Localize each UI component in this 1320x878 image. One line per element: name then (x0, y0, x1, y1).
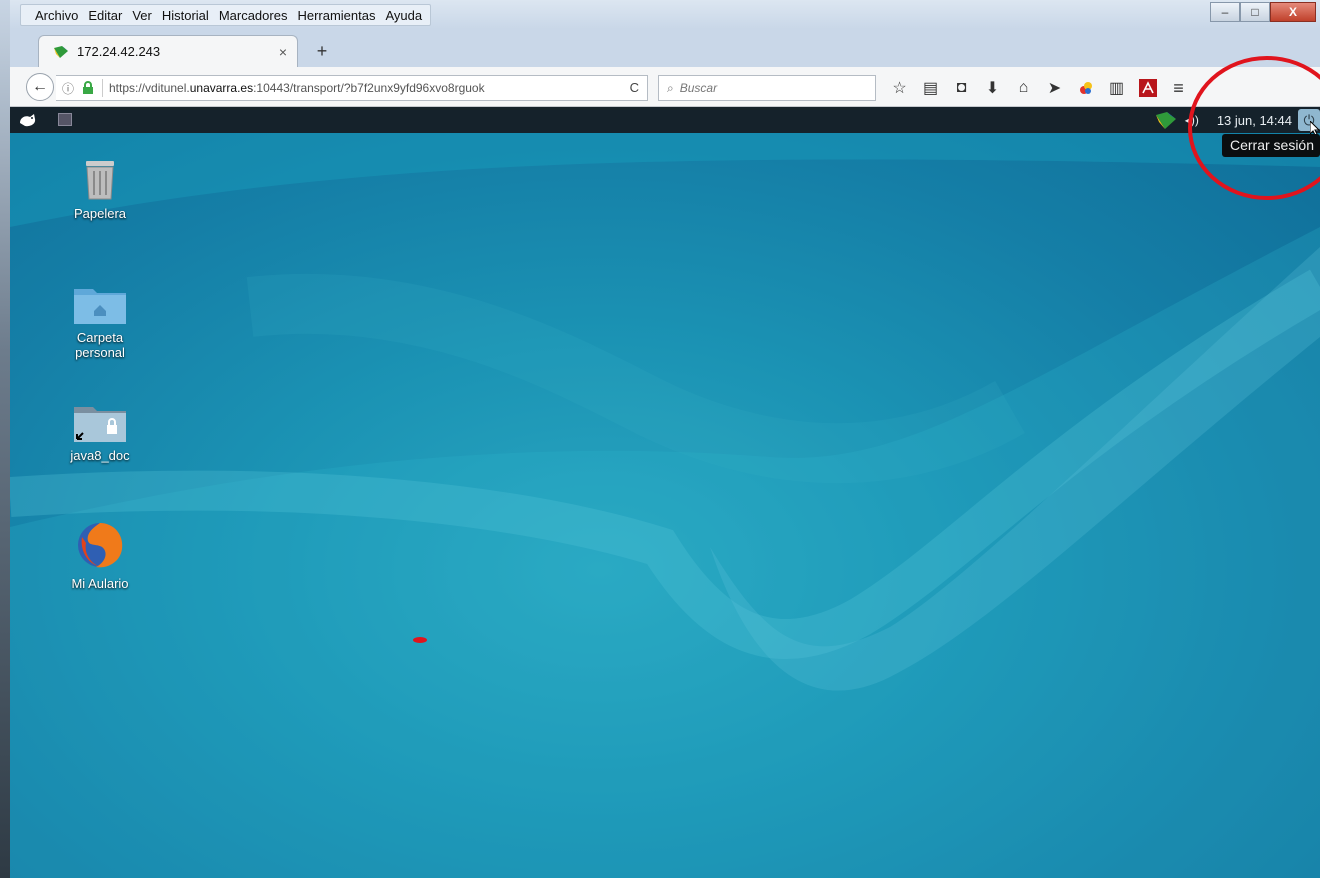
back-button[interactable]: ← (26, 73, 54, 101)
menu-icon[interactable]: ≡ (1163, 76, 1194, 100)
lock-icon (83, 81, 93, 94)
menu-strip: Archivo Editar Ver Historial Marcadores … (20, 4, 432, 26)
firefox-icon (78, 523, 123, 568)
desktop-icon-label: Carpeta personal (75, 330, 125, 360)
desktop-icon-label: Papelera (73, 206, 127, 221)
desktop-icon-carpeta-personal[interactable]: Carpeta personal (52, 285, 148, 360)
shared-folder-icon (74, 407, 126, 442)
menu-bar: Archivo Editar Ver Historial Marcadores … (10, 0, 1320, 29)
annotation-dot (413, 637, 427, 643)
toolbar-icons: ☆ ▤ ◘ ⬇ ⌂ ➤ ▥ ≡ (884, 76, 1194, 100)
udsvdi-tray-icon[interactable] (1155, 110, 1177, 130)
url-domain: unavarra.es (189, 81, 254, 95)
url-suffix: :10443/transport/?b7f2unx9yfd96xvo8rguok (253, 81, 485, 95)
tab-close-icon[interactable]: × (269, 44, 297, 60)
search-icon: ⌕ (667, 80, 674, 95)
url-separator (102, 79, 103, 97)
close-window-button[interactable]: X (1270, 2, 1316, 22)
bookmark-star-icon[interactable]: ☆ (884, 76, 915, 100)
desktop-panel: ◂)) 13 jun, 14:44 ⏻ (10, 107, 1320, 137)
terminal-icon[interactable] (58, 113, 72, 126)
window-edge (0, 0, 10, 878)
remote-desktop[interactable]: ◂)) 13 jun, 14:44 ⏻ Cerrar sesión Papele… (10, 107, 1320, 878)
info-icon[interactable]: ⓘ (62, 80, 80, 97)
home-icon[interactable]: ⌂ (1008, 76, 1039, 100)
udsvdi-icon (54, 45, 68, 58)
search-placeholder: Buscar (679, 81, 718, 95)
xfce-menu-icon[interactable] (18, 111, 38, 129)
menu-archivo[interactable]: Archivo (35, 8, 78, 23)
desktop-icon-label: Mi Aulario (71, 576, 129, 591)
browser-window: Archivo Editar Ver Historial Marcadores … (0, 0, 1320, 878)
menu-ayuda[interactable]: Ayuda (385, 8, 422, 23)
tab-bar: 172.24.42.243 × + (10, 29, 1320, 67)
navigation-bar: ← ⓘ https://vditunel. unavarra.es:10443/t… (10, 67, 1320, 107)
url-bar[interactable]: ⓘ https://vditunel. unavarra.es:10443/tra… (56, 75, 648, 101)
url-prefix: https://vditunel. (109, 81, 190, 95)
reload-icon[interactable]: C (630, 80, 639, 95)
reading-list-icon[interactable]: ▤ (915, 76, 946, 100)
download-icon[interactable]: ⬇ (977, 76, 1008, 100)
desktop-icon-label: java8_doc (70, 448, 130, 463)
maximize-button[interactable]: □ (1240, 2, 1270, 22)
new-tab-button[interactable]: + (310, 41, 334, 62)
desktop-icon-java8-doc[interactable]: java8_doc (52, 403, 148, 463)
menu-editar[interactable]: Editar (88, 8, 122, 23)
home-folder-icon (74, 289, 126, 324)
wallpaper-waves (10, 107, 1320, 878)
menu-marcadores[interactable]: Marcadores (219, 8, 288, 23)
menu-herramientas[interactable]: Herramientas (297, 8, 375, 23)
search-input[interactable]: ⌕ Buscar (658, 75, 876, 101)
extension-icon[interactable] (1070, 76, 1101, 100)
tab-title: 172.24.42.243 (77, 44, 161, 59)
send-icon[interactable]: ➤ (1039, 76, 1070, 100)
desktop-icon-mi-aulario[interactable]: Mi Aulario (52, 519, 148, 591)
trash-icon (86, 161, 114, 200)
minimize-button[interactable]: – (1210, 2, 1240, 22)
clipboard-icon[interactable]: ▥ (1101, 76, 1132, 100)
menu-historial[interactable]: Historial (162, 8, 209, 23)
window-controls: – □ X (1210, 2, 1316, 22)
menu-ver[interactable]: Ver (132, 8, 152, 23)
desktop-icon-papelera[interactable]: Papelera (52, 157, 148, 221)
pdf-icon[interactable] (1132, 76, 1163, 100)
tab-active[interactable]: 172.24.42.243 × (38, 35, 298, 67)
pocket-icon[interactable]: ◘ (946, 76, 977, 100)
